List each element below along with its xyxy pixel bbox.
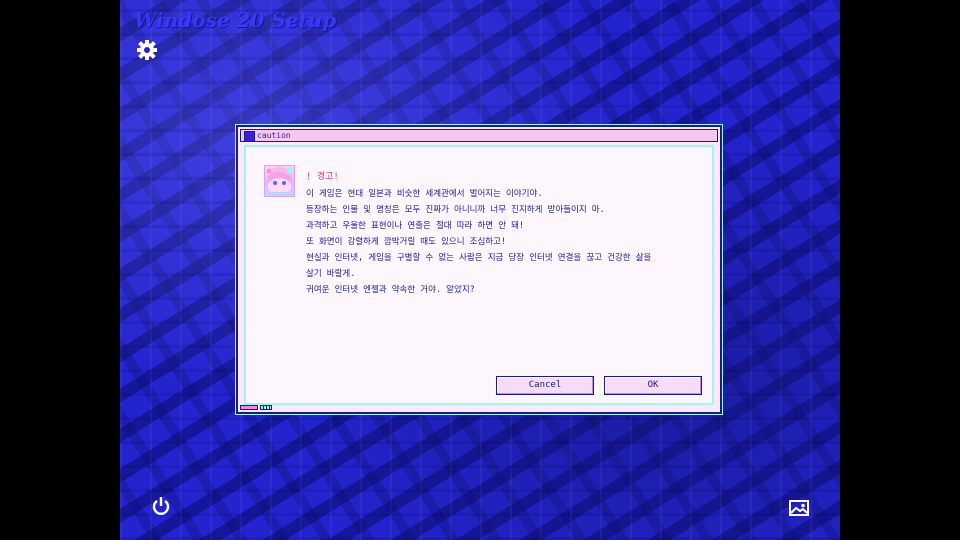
dialog-statusbar bbox=[240, 405, 280, 410]
status-segment bbox=[260, 405, 272, 410]
gear-icon[interactable] bbox=[136, 39, 158, 61]
caution-dialog: caution ! 경고! 이 게임은 현대 일본과 비슷한 세계관에서 벌어지… bbox=[236, 125, 722, 414]
window-icon bbox=[244, 131, 255, 142]
angel-avatar-icon bbox=[264, 165, 295, 197]
app-title: Windose 20 Setup bbox=[134, 8, 337, 32]
message-line: 귀여운 인터넷 엔젤과 약속한 거야. 알았지? bbox=[306, 285, 475, 295]
message-line: 살기 바랄게. bbox=[306, 269, 356, 279]
message-line: 현실과 인터넷, 게임을 구별할 수 없는 사람은 지금 당장 인터넷 연결을 … bbox=[306, 253, 652, 263]
message-line: 또 화면이 강렬하게 깜박거릴 때도 있으니 조심하고! bbox=[306, 237, 507, 247]
message-line: 이 게임은 현대 일본과 비슷한 세계관에서 벌어지는 이야기야. bbox=[306, 189, 543, 199]
message-line: 등장하는 인물 및 명칭은 모두 진짜가 아니니까 너무 진지하게 받아들이지 … bbox=[306, 205, 605, 215]
status-segment bbox=[240, 405, 258, 410]
image-icon[interactable] bbox=[788, 497, 810, 519]
dialog-content: ! 경고! 이 게임은 현대 일본과 비슷한 세계관에서 벌어지는 이야기야. … bbox=[244, 145, 714, 405]
warning-heading: ! 경고! bbox=[306, 172, 339, 182]
power-icon[interactable] bbox=[150, 495, 172, 517]
dialog-titlebar[interactable]: caution bbox=[240, 129, 718, 142]
cancel-button[interactable]: Cancel bbox=[496, 376, 594, 395]
message-line: 과격하고 우울한 표현이나 연출은 절대 따라 하면 안 돼! bbox=[306, 221, 525, 231]
desktop-background: Windose 20 Setup caution ! 경고! 이 게임은 현대 … bbox=[120, 0, 840, 540]
dialog-title: caution bbox=[257, 131, 291, 140]
ok-button[interactable]: OK bbox=[604, 376, 702, 395]
